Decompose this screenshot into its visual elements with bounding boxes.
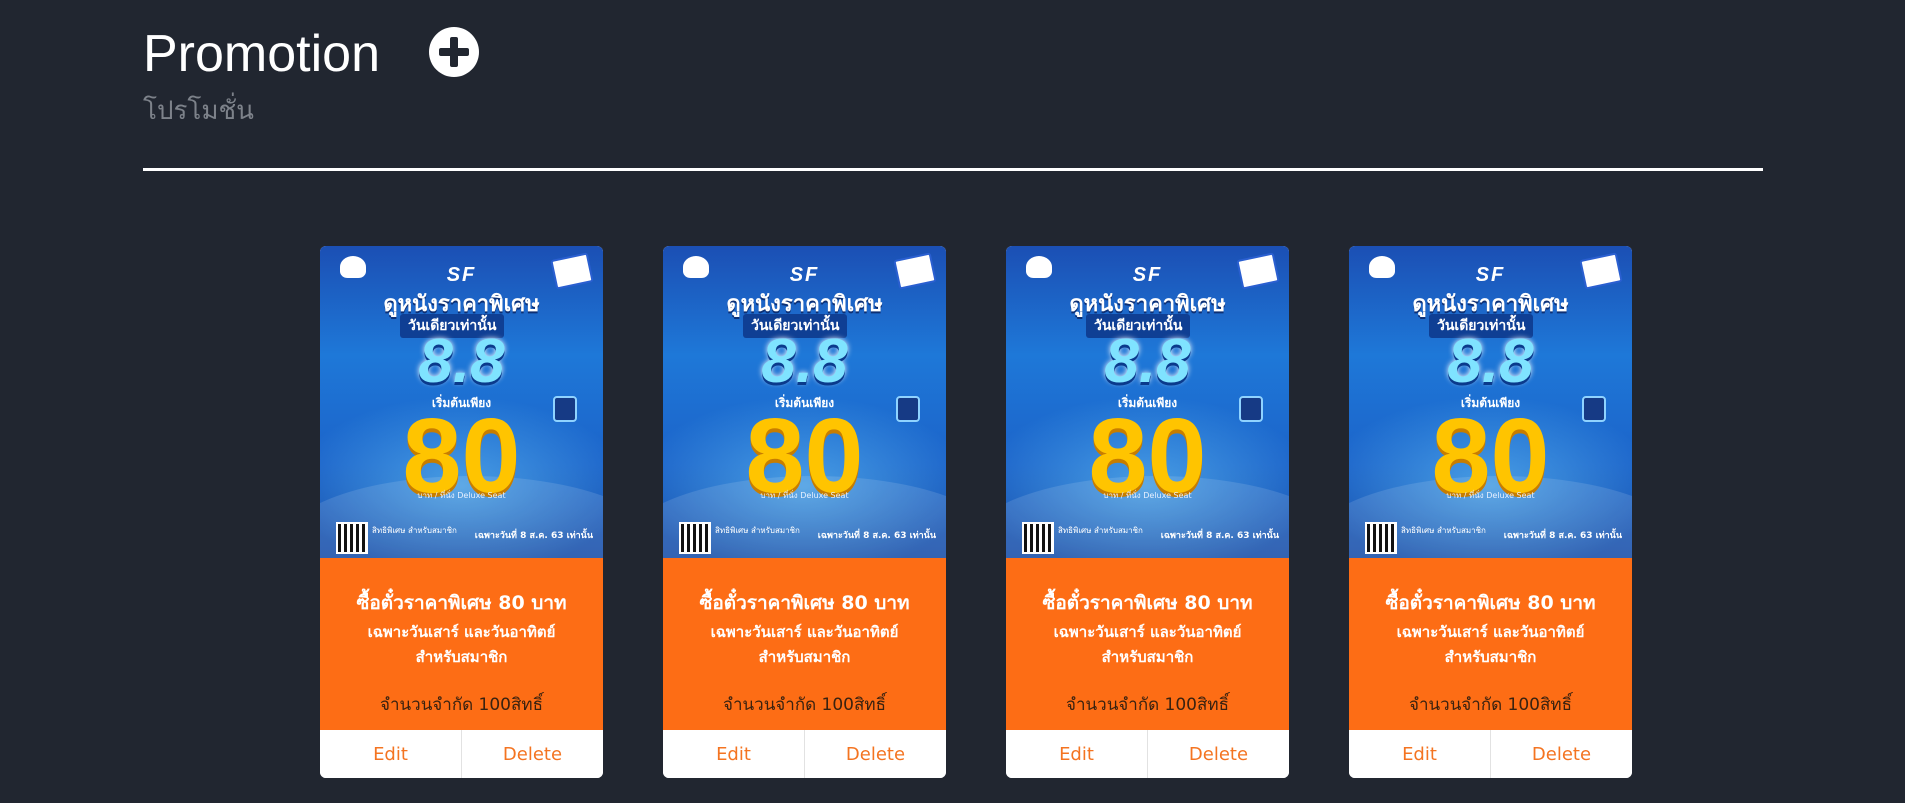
promotion-poster-image: SF ดูหนังราคาพิเศษ วันเดียวเท่านั้น 8.8 … [663, 246, 946, 558]
promotion-poster-image: SF ดูหนังราคาพิเศษ วันเดียวเท่านั้น 8.8 … [320, 246, 603, 558]
page-header: Promotion โปรโมชั่น [143, 22, 480, 131]
poster-date-note: เฉพาะวันที่ 8 ส.ค. 63 เท่านั้น [1503, 531, 1622, 541]
poster-logo: SF [789, 264, 820, 286]
poster-fine-print: บาท / ที่นั่ง Deluxe Seat [1103, 491, 1192, 500]
card-actions: Edit Delete [1006, 730, 1289, 778]
promotion-poster-image: SF ดูหนังราคาพิเศษ วันเดียวเท่านั้น 8.8 … [1349, 246, 1632, 558]
page-title: Promotion [143, 25, 380, 83]
poster-member-note: สิทธิพิเศษ สำหรับสมาชิก [715, 526, 800, 535]
poster-member-note: สิทธิพิเศษ สำหรับสมาชิก [1058, 526, 1143, 535]
poster-date-note: เฉพาะวันที่ 8 ส.ค. 63 เท่านั้น [474, 531, 593, 541]
promotion-limit: จำนวนจำกัด 100สิทธิ์ [1066, 695, 1229, 715]
qr-code-icon [1022, 522, 1054, 554]
delete-button[interactable]: Delete [461, 730, 603, 778]
promotion-info: ซื้อตั๋วราคาพิเศษ 80 บาท เฉพาะวันเสาร์ แ… [663, 558, 946, 730]
qr-code-icon [679, 522, 711, 554]
promotion-title: ซื้อตั๋วราคาพิเศษ 80 บาท [699, 592, 910, 614]
poster-member-note: สิทธิพิเศษ สำหรับสมาชิก [1401, 526, 1486, 535]
promotion-limit: จำนวนจำกัด 100สิทธิ์ [1409, 695, 1572, 715]
promotion-info: ซื้อตั๋วราคาพิเศษ 80 บาท เฉพาะวันเสาร์ แ… [1006, 558, 1289, 730]
delete-button[interactable]: Delete [804, 730, 946, 778]
poster-fine-print: บาท / ที่นั่ง Deluxe Seat [1446, 491, 1535, 500]
poster-big-date: 8.8 [761, 327, 848, 396]
poster-member-note: สิทธิพิเศษ สำหรับสมาชิก [372, 526, 457, 535]
promotion-condition: เฉพาะวันเสาร์ และวันอาทิตย์ [1053, 623, 1242, 641]
promotion-limit: จำนวนจำกัด 100สิทธิ์ [380, 695, 543, 715]
promotion-audience: สำหรับสมาชิก [1101, 648, 1194, 666]
edit-button[interactable]: Edit [663, 730, 804, 778]
poster-fine-print: บาท / ที่นั่ง Deluxe Seat [417, 491, 506, 500]
poster-logo: SF [1132, 264, 1163, 286]
page-subtitle: โปรโมชั่น [143, 96, 254, 126]
qr-code-icon [1365, 522, 1397, 554]
promotion-audience: สำหรับสมาชิก [1444, 648, 1537, 666]
promotion-info: ซื้อตั๋วราคาพิเศษ 80 บาท เฉพาะวันเสาร์ แ… [1349, 558, 1632, 730]
poster-big-date: 8.8 [1104, 327, 1191, 396]
promotion-info: ซื้อตั๋วราคาพิเศษ 80 บาท เฉพาะวันเสาร์ แ… [320, 558, 603, 730]
card-actions: Edit Delete [1349, 730, 1632, 778]
promotion-limit: จำนวนจำกัด 100สิทธิ์ [723, 695, 886, 715]
promotion-card: SF ดูหนังราคาพิเศษ วันเดียวเท่านั้น 8.8 … [663, 246, 946, 778]
seat-icon [1582, 396, 1606, 422]
promotion-condition: เฉพาะวันเสาร์ และวันอาทิตย์ [367, 623, 556, 641]
promotion-card: SF ดูหนังราคาพิเศษ วันเดียวเท่านั้น 8.8 … [320, 246, 603, 778]
promotion-title: ซื้อตั๋วราคาพิเศษ 80 บาท [1385, 592, 1596, 614]
seat-icon [896, 396, 920, 422]
promotion-condition: เฉพาะวันเสาร์ และวันอาทิตย์ [1396, 623, 1585, 641]
promotion-poster-image: SF ดูหนังราคาพิเศษ วันเดียวเท่านั้น 8.8 … [1006, 246, 1289, 558]
poster-fine-print: บาท / ที่นั่ง Deluxe Seat [760, 491, 849, 500]
card-actions: Edit Delete [663, 730, 946, 778]
promotion-condition: เฉพาะวันเสาร์ และวันอาทิตย์ [710, 623, 899, 641]
qr-code-icon [336, 522, 368, 554]
header-divider [143, 168, 1763, 171]
promotion-title: ซื้อตั๋วราคาพิเศษ 80 บาท [356, 592, 567, 614]
poster-logo: SF [1475, 264, 1506, 286]
poster-date-note: เฉพาะวันที่ 8 ส.ค. 63 เท่านั้น [1160, 531, 1279, 541]
poster-big-date: 8.8 [1447, 327, 1534, 396]
seat-icon [1239, 396, 1263, 422]
promotion-card: SF ดูหนังราคาพิเศษ วันเดียวเท่านั้น 8.8 … [1006, 246, 1289, 778]
edit-button[interactable]: Edit [1006, 730, 1147, 778]
poster-date-note: เฉพาะวันที่ 8 ส.ค. 63 เท่านั้น [817, 531, 936, 541]
edit-button[interactable]: Edit [320, 730, 461, 778]
poster-big-date: 8.8 [418, 327, 505, 396]
poster-logo: SF [446, 264, 477, 286]
add-promotion-button[interactable] [429, 27, 480, 77]
promotion-card: SF ดูหนังราคาพิเศษ วันเดียวเท่านั้น 8.8 … [1349, 246, 1632, 778]
promotion-title: ซื้อตั๋วราคาพิเศษ 80 บาท [1042, 592, 1253, 614]
card-actions: Edit Delete [320, 730, 603, 778]
delete-button[interactable]: Delete [1147, 730, 1289, 778]
delete-button[interactable]: Delete [1490, 730, 1632, 778]
promotion-audience: สำหรับสมาชิก [415, 648, 508, 666]
seat-icon [553, 396, 577, 422]
edit-button[interactable]: Edit [1349, 730, 1490, 778]
promotion-audience: สำหรับสมาชิก [758, 648, 851, 666]
